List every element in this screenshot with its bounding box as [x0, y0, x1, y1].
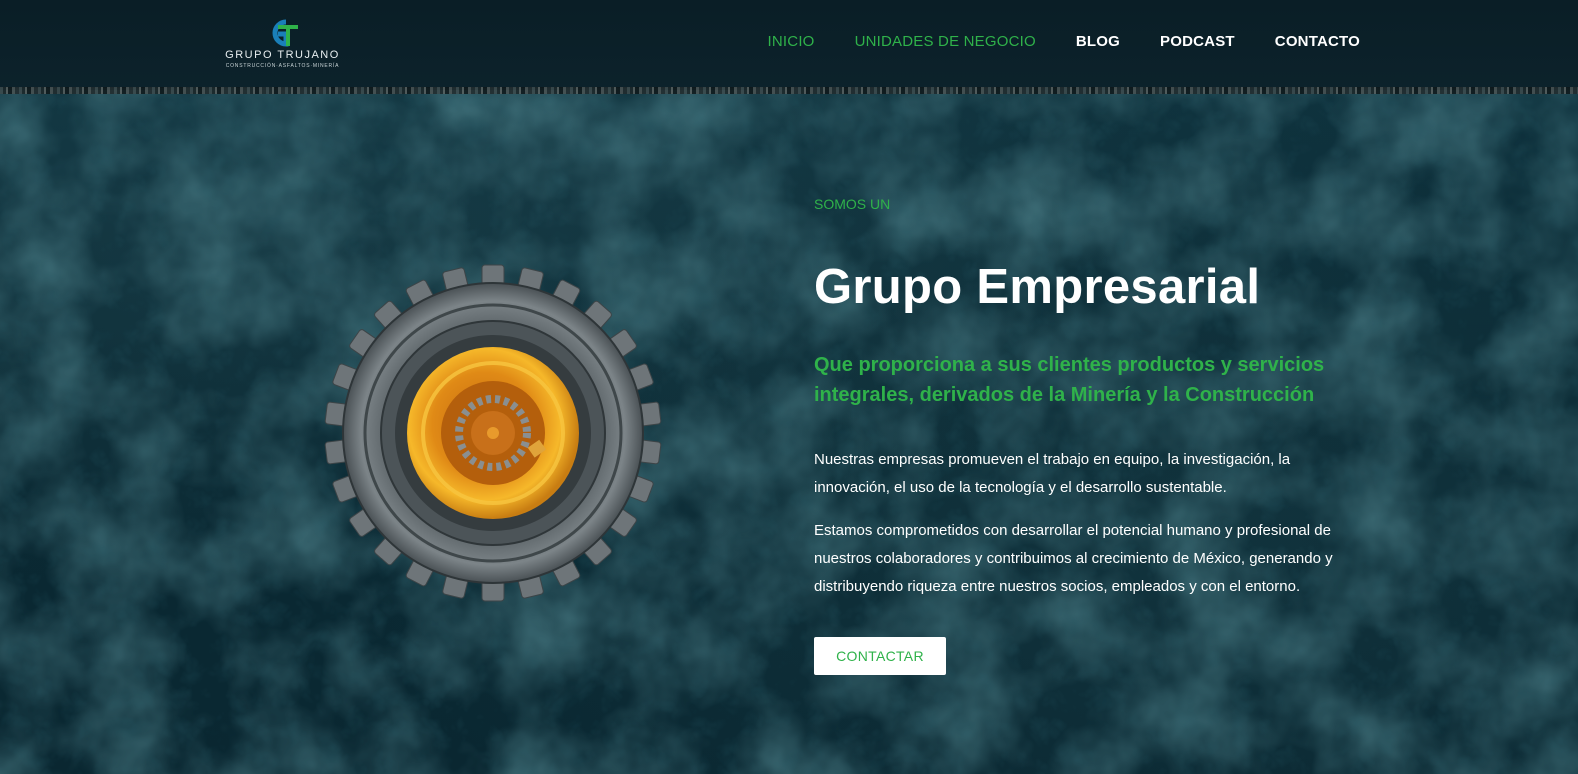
- hero-paragraph-1: Nuestras empresas promueven el trabajo e…: [814, 451, 1291, 496]
- hero-title: Grupo Empresarial: [814, 260, 1261, 314]
- nav-unidades-de-negocio[interactable]: UNIDADES DE NEGOCIO: [855, 33, 1036, 50]
- page: GRUPO TRUJANO CONSTRUCCIÓN·ASFALTOS·MINE…: [0, 0, 1578, 774]
- hero-content: SOMOS UN Grupo Empresarial Que proporcio…: [814, 196, 1374, 675]
- logo-tagline: CONSTRUCCIÓN·ASFALTOS·MINERÍA: [225, 63, 340, 69]
- contactar-button[interactable]: CONTACTAR: [814, 637, 946, 675]
- hero-eyebrow: SOMOS UN: [814, 196, 891, 212]
- header-divider: [0, 87, 1578, 94]
- logo[interactable]: GRUPO TRUJANO CONSTRUCCIÓN·ASFALTOS·MINE…: [220, 18, 345, 72]
- tire-icon: [324, 264, 662, 602]
- hero-subtitle: Que proporciona a sus clientes productos…: [814, 354, 1325, 406]
- logo-mark-icon: [272, 19, 298, 47]
- main-nav: INICIO UNIDADES DE NEGOCIO BLOG PODCAST …: [768, 33, 1360, 50]
- nav-podcast[interactable]: PODCAST: [1160, 33, 1235, 50]
- nav-contacto[interactable]: CONTACTO: [1275, 33, 1360, 50]
- nav-blog[interactable]: BLOG: [1076, 33, 1120, 50]
- logo-name: GRUPO TRUJANO: [225, 49, 340, 61]
- site-header: GRUPO TRUJANO CONSTRUCCIÓN·ASFALTOS·MINE…: [0, 0, 1578, 88]
- nav-inicio[interactable]: INICIO: [768, 33, 815, 50]
- hero-paragraph-2: Estamos comprometidos con desarrollar el…: [814, 522, 1333, 595]
